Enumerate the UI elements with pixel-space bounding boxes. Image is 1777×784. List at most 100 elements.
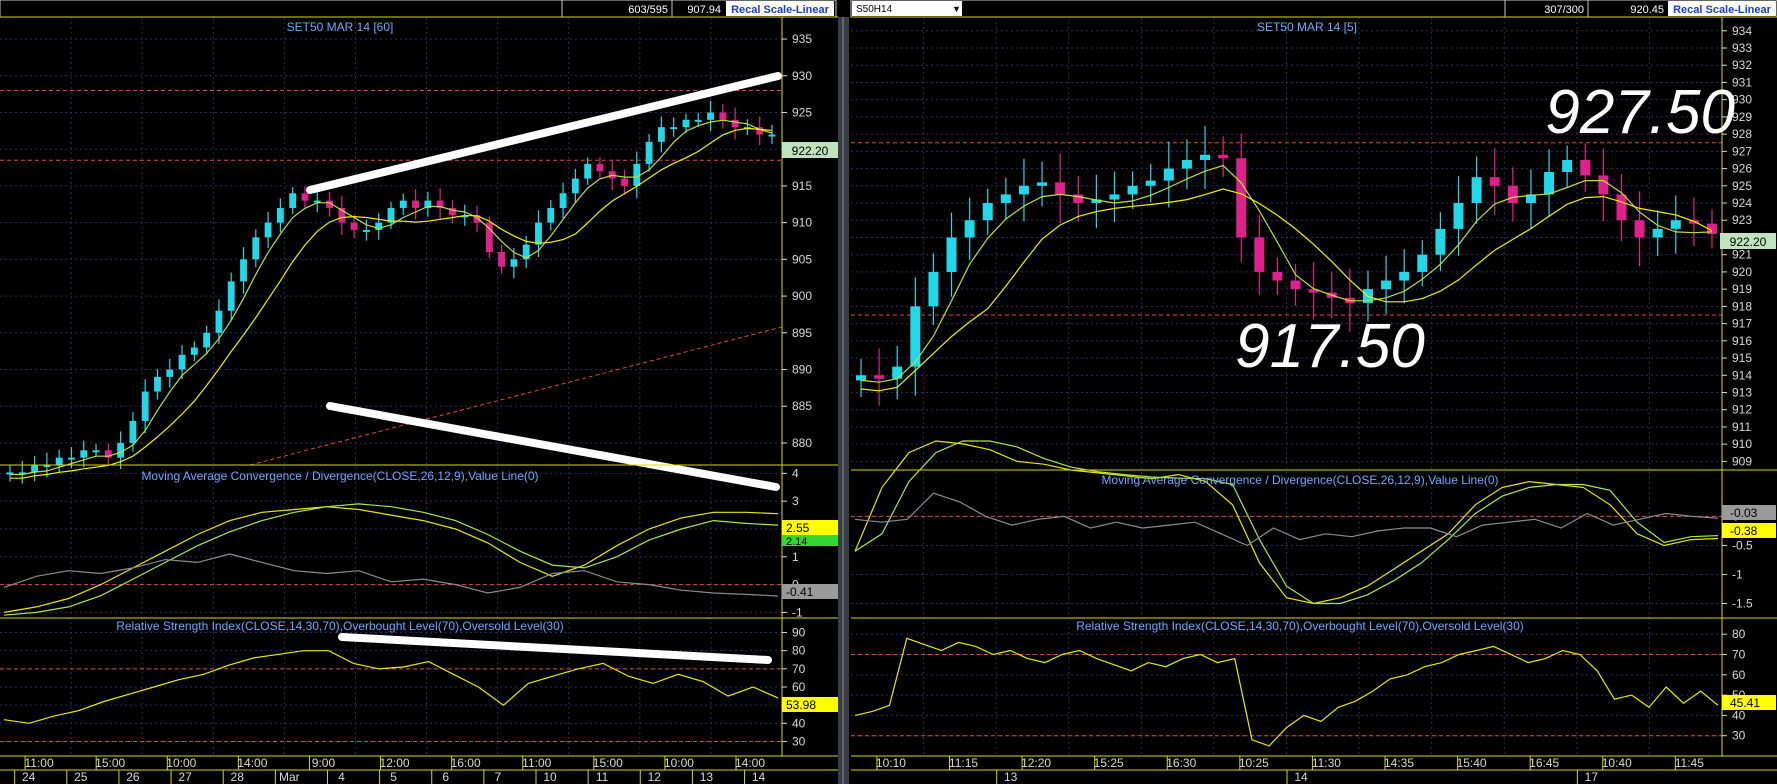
left-price-candle-body — [117, 442, 125, 458]
right-price-axis-tick: 921 — [1732, 248, 1752, 262]
right-date-label: 17 — [1585, 770, 1599, 784]
left-date-label: 25 — [74, 770, 88, 784]
left-price-candle-body — [731, 119, 739, 128]
right-rsi-label: 45.41 — [1730, 696, 1760, 710]
right-price-candle-body — [1000, 194, 1011, 204]
left-price-title: SET50 MAR 14 [60] — [287, 20, 394, 34]
right-price-axis-tick: 923 — [1732, 213, 1752, 227]
right-price-axis-tick: 929 — [1732, 110, 1752, 124]
right-price-candle-body — [1417, 254, 1428, 272]
right-macd-axis-tick: -1 — [1732, 567, 1743, 581]
symbol-dropdown[interactable]: S50H14 ▼ — [852, 1, 962, 16]
left-macd-label-3: -0.41 — [786, 585, 814, 599]
right-macd-label-1: -0.03 — [1730, 506, 1758, 520]
right-time-label: 12:20 — [1021, 756, 1051, 770]
right-price-axis-tick: 909 — [1732, 454, 1752, 468]
left-price-candle-body — [707, 112, 714, 120]
left-price-candle-body — [682, 119, 690, 128]
right-price-axis-tick: 914 — [1732, 368, 1752, 382]
right-price-axis-tick: 911 — [1732, 420, 1751, 434]
left-price-axis-tick: 910 — [792, 216, 812, 230]
right-price-candle-body — [1218, 154, 1229, 159]
left-price-axis-tick: 900 — [792, 289, 812, 303]
left-date-label: 13 — [700, 770, 714, 784]
left-time-label: 16:00 — [451, 756, 481, 770]
right-price-candle-body — [1272, 271, 1283, 281]
left-date-label: 26 — [126, 770, 140, 784]
left-price-candle-body — [547, 207, 555, 223]
right-price-candle-body — [1471, 177, 1482, 204]
left-price-candle-body — [289, 193, 297, 208]
left-price-candle-body — [276, 207, 284, 223]
right-price-candle-body — [1489, 177, 1500, 186]
left-price-candle-body — [80, 450, 88, 458]
left-price-candle-body — [633, 163, 641, 186]
right-price-candle-body — [1453, 203, 1464, 229]
left-recal-label: Recal Scale-Linear — [731, 4, 830, 16]
right-price-axis-tick: 916 — [1732, 334, 1752, 348]
right-price-axis-tick: 928 — [1732, 127, 1752, 141]
right-price-axis-tick: 930 — [1732, 93, 1752, 107]
right-price-candle-body — [1236, 158, 1247, 238]
right-price-candle-body — [1507, 185, 1518, 204]
right-price-last-label: 922.20 — [1730, 235, 1767, 249]
right-header-bar: S50H14 ▼ 307/300 920.45 Recal Scale-Line… — [850, 0, 1777, 18]
right-price-candle-body — [856, 375, 866, 381]
right-price-axis-tick: 924 — [1732, 196, 1752, 210]
right-recal-scale-button[interactable]: Recal Scale-Linear — [1668, 1, 1776, 16]
left-recal-scale-button[interactable]: Recal Scale-Linear — [726, 1, 834, 16]
left-macd-title: Moving Average Convergence / Divergence(… — [141, 469, 538, 483]
left-date-label: 27 — [178, 770, 192, 784]
right-price-candle-body — [1037, 182, 1048, 186]
left-date-label: 11 — [596, 770, 609, 784]
right-macd-label-2: -0.38 — [1730, 524, 1758, 538]
right-price-axis-tick: 917 — [1732, 317, 1752, 331]
right-price-axis-tick: 927 — [1732, 144, 1752, 158]
right-price-candle-body — [1127, 185, 1138, 195]
left-price-axis-tick: 895 — [792, 326, 812, 340]
right-price-candle-body — [946, 237, 957, 272]
left-price-candle-body — [498, 252, 506, 267]
left-price-candle-body — [559, 193, 567, 208]
right-price-candle-body — [874, 375, 885, 379]
left-rsi-axis-tick: 30 — [792, 734, 806, 748]
left-price-candle-body — [399, 200, 407, 208]
left-time-label: 11:00 — [522, 756, 551, 770]
right-price-axis-tick: 915 — [1732, 351, 1752, 365]
right-date-label: 14 — [1294, 770, 1308, 784]
right-price-axis-tick: 920 — [1732, 265, 1752, 279]
left-rsi-axis-tick: 60 — [792, 680, 806, 694]
pane-splitter[interactable] — [838, 17, 849, 784]
right-price-axis-tick: 910 — [1732, 437, 1752, 451]
right-date-label: 13 — [1004, 770, 1018, 784]
left-price-axis-tick: 915 — [792, 179, 812, 193]
right-price-candle-body — [928, 271, 939, 307]
right-price-candle-body — [1254, 237, 1265, 272]
right-price-candle-body — [964, 220, 975, 238]
right-price-candle-body — [1580, 159, 1591, 176]
trading-chart-window: 603/595 907.94 Recal Scale-Linear S50H14… — [0, 0, 1777, 784]
right-price-axis-tick: 918 — [1732, 299, 1752, 313]
left-price-axis-tick: 930 — [792, 69, 812, 83]
left-macd-axis-tick: -1 — [792, 605, 803, 619]
right-time-label: 14:35 — [1384, 756, 1414, 770]
right-price-candle-body — [1435, 228, 1446, 255]
left-price-candle-body — [571, 178, 579, 194]
right-time-label: 15:40 — [1457, 756, 1487, 770]
right-rsi-title: Relative Strength Index(CLOSE,14,30,70),… — [1076, 619, 1524, 633]
right-price-axis-tick: 932 — [1732, 58, 1752, 72]
left-price-candle-body — [510, 259, 518, 267]
right-time-label: 15:25 — [1094, 756, 1124, 770]
right-time-label: 16:30 — [1166, 756, 1196, 770]
right-price-candle-body — [982, 203, 993, 221]
left-date-label: Mar — [279, 770, 300, 784]
left-price-candle-body — [203, 332, 211, 348]
left-price: 907.94 — [687, 4, 721, 16]
left-price-candle-body — [719, 112, 727, 120]
left-price-axis-tick: 890 — [792, 363, 812, 377]
right-price-candle-body — [1562, 159, 1573, 173]
left-price-candle-body — [694, 119, 702, 122]
left-date-label: 6 — [442, 770, 449, 784]
right-time-label: 11:45 — [1675, 756, 1704, 770]
annotation-high: 927.50 — [1545, 78, 1735, 147]
